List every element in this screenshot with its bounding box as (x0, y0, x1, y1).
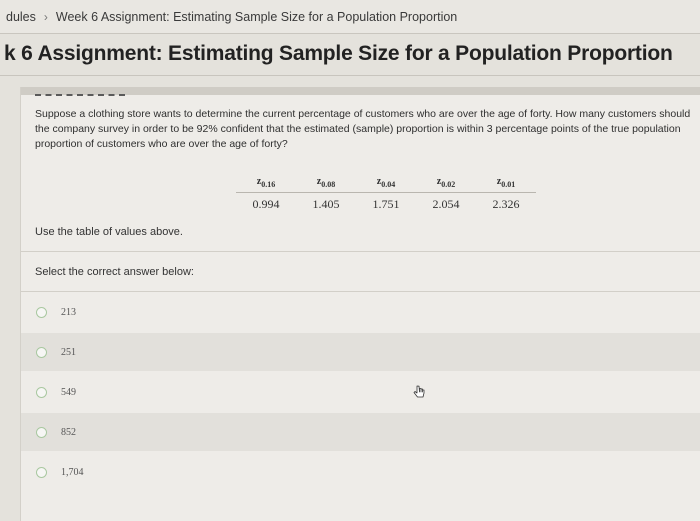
breadcrumb: dules › Week 6 Assignment: Estimating Sa… (0, 0, 700, 34)
answer-option-label: 1,704 (61, 466, 84, 478)
breadcrumb-item-modules[interactable]: dules (6, 10, 36, 24)
z-value-2: 1.751 (356, 192, 416, 215)
answer-option-label: 251 (61, 346, 76, 358)
answer-option[interactable]: 213 (21, 293, 700, 331)
page-title: k 6 Assignment: Estimating Sample Size f… (4, 42, 673, 65)
answer-option[interactable]: 549 (21, 373, 700, 411)
z-value-3: 2.054 (416, 192, 476, 215)
radio-button[interactable] (36, 426, 47, 438)
answer-option[interactable]: 251 (21, 333, 700, 371)
z-header-3: z0.02 (436, 176, 456, 189)
screen: dules › Week 6 Assignment: Estimating Sa… (0, 0, 700, 521)
radio-button[interactable] (36, 386, 47, 398)
section-divider (21, 291, 700, 292)
section-divider (21, 251, 700, 252)
answer-option[interactable]: 1,704 (21, 453, 700, 491)
instruction-text: Use the table of values above. (35, 226, 183, 238)
z-value-1: 1.405 (296, 192, 356, 215)
title-divider (0, 75, 700, 76)
answer-option-label: 549 (61, 386, 76, 398)
answer-option[interactable]: 852 (21, 413, 700, 451)
radio-button[interactable] (36, 346, 47, 358)
radio-button[interactable] (36, 466, 47, 478)
z-header-1: z0.08 (316, 176, 336, 189)
z-value-0: 0.994 (236, 192, 296, 215)
answer-prompt: Select the correct answer below: (35, 266, 194, 278)
hand-pointer-icon (413, 385, 425, 398)
breadcrumb-item-assignment[interactable]: Week 6 Assignment: Estimating Sample Siz… (56, 10, 457, 24)
z-value-table: z0.16 z0.08 z0.04 z0.02 z0.01 0.994 1.40… (236, 172, 536, 215)
z-header-2: z0.04 (376, 176, 396, 189)
z-header-4: z0.01 (496, 176, 516, 189)
z-value-4: 2.326 (476, 192, 536, 215)
z-table-value-row: 0.994 1.405 1.751 2.054 2.326 (236, 192, 536, 215)
breadcrumb-separator: › (43, 9, 48, 24)
answer-option-label: 213 (61, 306, 76, 318)
answer-option-label: 852 (61, 426, 76, 438)
z-header-0: z0.16 (256, 176, 276, 189)
question-text: Suppose a clothing store wants to determ… (35, 108, 691, 150)
radio-button[interactable] (36, 306, 47, 318)
question-panel: Suppose a clothing store wants to determ… (20, 87, 700, 521)
z-table-header-row: z0.16 z0.08 z0.04 z0.02 z0.01 (236, 172, 536, 192)
progress-dashes (35, 94, 125, 99)
